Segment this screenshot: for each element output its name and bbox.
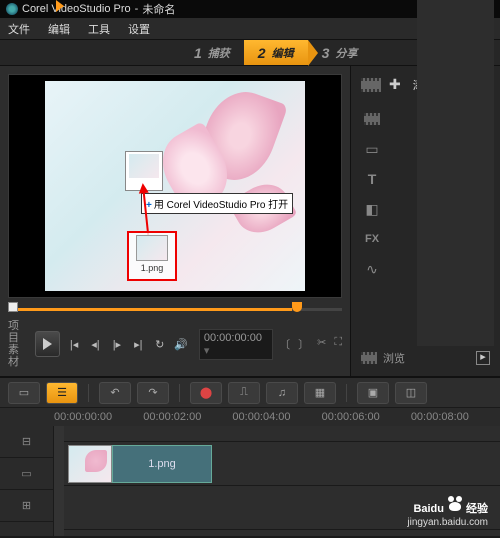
browse-label[interactable]: 浏览: [383, 350, 405, 366]
menu-tools[interactable]: 工具: [88, 21, 110, 37]
scrub-handle[interactable]: [8, 302, 18, 312]
drag-tooltip: 用 Corel VideoStudio Pro 打开: [141, 193, 293, 214]
media-library-icon[interactable]: [361, 78, 381, 92]
graphic-tab-icon[interactable]: ◧: [361, 199, 383, 219]
mixer-button[interactable]: ⎍: [228, 382, 260, 404]
video-track-icon[interactable]: ▭: [0, 458, 53, 490]
drop-target-highlight: 1.png: [127, 231, 177, 281]
library-panel: ✚ 添加 ▸ ▭ T ◧ FX ∿ 样本 浏览 ▸: [350, 66, 500, 376]
title-tab-icon[interactable]: T: [361, 169, 383, 189]
step-share[interactable]: 3分享: [308, 40, 372, 65]
goto-end-icon[interactable]: ▸|: [131, 337, 146, 351]
next-frame-icon[interactable]: |▸: [109, 337, 124, 351]
menu-file[interactable]: 文件: [8, 21, 30, 37]
cut-icon[interactable]: ✂: [317, 336, 326, 352]
timecode-display[interactable]: 00:00:00:00 ▾: [199, 329, 273, 360]
scrub-bar[interactable]: [8, 304, 342, 314]
overlay-track-icon[interactable]: ⊞: [0, 490, 53, 522]
step-edit[interactable]: 2编辑: [244, 40, 308, 65]
goto-start-icon[interactable]: |◂: [66, 337, 81, 351]
preview-canvas[interactable]: 用 Corel VideoStudio Pro 打开 1.png: [8, 74, 342, 298]
storyboard-view-button[interactable]: ▭: [8, 382, 40, 404]
watermark: Baidu经验 jingyan.baidu.com: [407, 496, 488, 528]
preview-image: 用 Corel VideoStudio Pro 打开 1.png: [45, 81, 305, 291]
path-tab-icon[interactable]: ∿: [361, 259, 383, 279]
fullscreen-icon[interactable]: ⛶: [334, 336, 342, 352]
preview-panel: 用 Corel VideoStudio Pro 打开 1.png 项目 素材 |…: [0, 66, 350, 376]
transition-tab-icon[interactable]: ▭: [361, 139, 383, 159]
prev-frame-icon[interactable]: ◂|: [88, 337, 103, 351]
menu-edit[interactable]: 编辑: [48, 21, 70, 37]
filter-tab-icon[interactable]: FX: [361, 229, 383, 249]
timeline-view-button[interactable]: ☰: [46, 382, 78, 404]
clip-item[interactable]: 1.png: [112, 445, 212, 483]
media-tab-icon[interactable]: [361, 109, 383, 129]
auto-music-button[interactable]: ♫: [266, 382, 298, 404]
subtitle-button[interactable]: ◫: [395, 382, 427, 404]
mark-in-icon[interactable]: 〔: [279, 336, 290, 352]
repeat-icon[interactable]: ↻: [152, 337, 167, 351]
timeline-toolbar: ▭ ☰ ↶ ↷ ⬤ ⎍ ♫ ▦ ▣ ◫: [0, 378, 500, 408]
track-visibility-column[interactable]: [54, 426, 64, 536]
mode-clip[interactable]: 素材: [8, 344, 29, 368]
volume-icon[interactable]: 🔊: [173, 337, 188, 351]
scrub-end-handle[interactable]: [292, 302, 302, 312]
app-title: Corel VideoStudio Pro: [22, 3, 131, 15]
library-content: 样本: [417, 0, 494, 346]
mode-project[interactable]: 项目: [8, 320, 29, 344]
document-name: 未命名: [142, 1, 175, 17]
chapter-button[interactable]: ▣: [357, 382, 389, 404]
browse-icon[interactable]: [361, 352, 377, 364]
app-logo-icon: [6, 3, 18, 15]
track-headers: ⊟ ▭ ⊞: [0, 426, 54, 536]
track-manager-button[interactable]: ▦: [304, 382, 336, 404]
timeline-ruler[interactable]: 00:00:00:00 00:00:02:00 00:00:04:00 00:0…: [0, 408, 500, 426]
video-track-row[interactable]: 1.png: [64, 442, 500, 486]
toggle-tracks-icon[interactable]: ⊟: [0, 426, 53, 458]
redo-button[interactable]: ↷: [137, 382, 169, 404]
browse-collapse-icon[interactable]: ▸: [476, 351, 490, 365]
menu-settings[interactable]: 设置: [128, 21, 150, 37]
step-capture[interactable]: 1捕获: [180, 40, 244, 65]
clip-thumbnail[interactable]: [68, 445, 112, 483]
undo-button[interactable]: ↶: [99, 382, 131, 404]
playback-controls: 项目 素材 |◂ ◂| |▸ ▸| ↻ 🔊 00:00:00:00 ▾ 〔 〕 …: [8, 320, 342, 368]
play-button[interactable]: [35, 331, 60, 357]
record-button[interactable]: ⬤: [190, 382, 222, 404]
mark-out-icon[interactable]: 〕: [298, 336, 309, 352]
add-icon[interactable]: ✚: [389, 76, 401, 93]
paw-icon: [446, 496, 464, 512]
